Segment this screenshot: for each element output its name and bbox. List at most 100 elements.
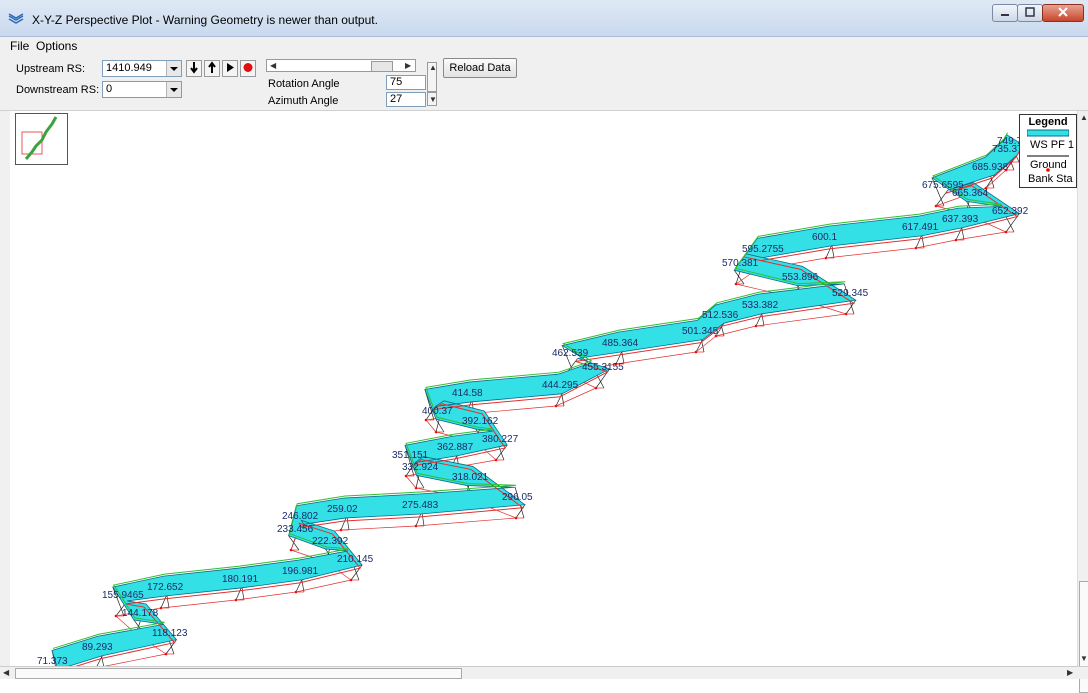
station-label: 570.381 <box>722 258 759 269</box>
horizontal-scroll-thumb[interactable] <box>15 668 462 679</box>
ground-line <box>915 239 957 249</box>
ground-line <box>415 513 422 527</box>
ground-line <box>825 247 917 259</box>
chevron-down-icon[interactable] <box>166 61 181 76</box>
ground-line <box>295 579 303 593</box>
station-label: 392.162 <box>462 416 499 427</box>
azimuth-spinner[interactable]: ▼ <box>427 92 437 106</box>
legend-box: Legend WS PF 1 Ground Bank Sta <box>1019 114 1077 188</box>
ground-line <box>955 227 963 241</box>
azimuth-angle-input[interactable]: 27 <box>386 92 426 107</box>
station-label: 196.981 <box>282 566 319 577</box>
legend-ws-label: WS PF 1 <box>1030 139 1075 151</box>
station-label: 455.3155 <box>582 362 624 373</box>
maximize-icon <box>1025 7 1035 17</box>
menu-bar: File Options <box>0 37 1088 55</box>
station-label: 462.539 <box>552 348 589 359</box>
chevron-down-icon[interactable] <box>166 82 181 97</box>
downstream-rs-select[interactable]: 0 <box>102 81 182 98</box>
downstream-rs-label: Downstream RS: <box>16 84 100 96</box>
overview-minimap[interactable] <box>15 113 68 165</box>
up-arrow-icon <box>208 61 216 73</box>
ground-line <box>235 591 297 601</box>
record-icon <box>243 63 253 72</box>
station-label: 222.392 <box>312 536 349 547</box>
menu-options[interactable]: Options <box>36 39 77 53</box>
menu-file[interactable]: File <box>10 39 29 53</box>
close-button[interactable] <box>1042 4 1084 22</box>
station-label: 685.938 <box>972 162 1009 173</box>
down-arrow-icon[interactable]: ▼ <box>1080 654 1088 663</box>
ground-line <box>235 587 242 601</box>
station-label: 259.02 <box>327 504 358 515</box>
vertical-scrollbar[interactable]: ▲ ▼ <box>1077 111 1088 693</box>
upstream-rs-label: Upstream RS: <box>16 63 86 75</box>
station-label: 501.345 <box>682 326 719 337</box>
station-label: 485.364 <box>602 338 639 349</box>
right-arrow-icon[interactable]: ▶ <box>405 61 411 70</box>
upstream-rs-select[interactable]: 1410.949 <box>102 60 182 77</box>
left-arrow-icon[interactable]: ◀ <box>270 61 276 70</box>
ground-line <box>340 517 347 531</box>
window-title: X-Y-Z Perspective Plot - Warning Geometr… <box>32 13 378 27</box>
station-label: 400.37 <box>422 406 453 417</box>
upstream-rs-value: 1410.949 <box>106 62 152 74</box>
station-label: 233.456 <box>277 524 314 535</box>
ground-line <box>425 419 437 433</box>
move-upstream-button[interactable] <box>204 60 220 77</box>
minimap-river-icon <box>21 116 58 160</box>
move-downstream-button[interactable] <box>186 60 202 77</box>
station-label: 155.9465 <box>102 590 144 601</box>
station-label: 89.293 <box>82 642 113 653</box>
minimize-icon <box>1001 14 1009 16</box>
ground-line <box>555 393 563 407</box>
maximize-button[interactable] <box>1017 4 1043 22</box>
ground-line <box>405 475 417 489</box>
ground-line <box>290 536 297 551</box>
station-label: 637.393 <box>942 214 979 225</box>
down-arrow-icon <box>190 62 198 74</box>
water-surface-polygon <box>51 134 1025 666</box>
station-label: 71.373 <box>37 656 68 666</box>
station-label: 318.021 <box>452 472 489 483</box>
station-label: 595.2755 <box>742 244 784 255</box>
legend-ws-swatch <box>1027 129 1069 137</box>
downstream-rs-value: 0 <box>106 83 113 95</box>
close-icon <box>1058 7 1068 17</box>
station-label: 172.652 <box>147 582 184 593</box>
left-arrow-icon[interactable]: ◀ <box>3 668 9 677</box>
station-label: 210.145 <box>337 554 374 565</box>
down-arrow-icon[interactable]: ▼ <box>429 95 437 104</box>
up-arrow-icon[interactable]: ▲ <box>1080 113 1088 122</box>
ground-line <box>160 599 237 609</box>
horizontal-scrollbar[interactable]: ◀ ▶ <box>0 666 1088 679</box>
animation-slider[interactable]: ◀ ▶ <box>266 59 416 72</box>
rotation-angle-input[interactable]: 75 <box>386 75 426 90</box>
slider-thumb[interactable] <box>371 61 393 72</box>
river-3d-plot[interactable]: 749.727735.370685.938675.6595665.364652.… <box>10 111 1077 666</box>
station-label: 180.191 <box>222 574 259 585</box>
minimize-button[interactable] <box>992 4 1018 22</box>
rotation-angle-label: Rotation Angle <box>268 78 340 90</box>
station-label: 246.802 <box>282 511 319 522</box>
play-button[interactable] <box>222 60 238 77</box>
right-arrow-icon[interactable]: ▶ <box>1067 668 1073 677</box>
record-button[interactable] <box>240 60 256 77</box>
reload-data-button[interactable]: Reload Data <box>443 58 517 78</box>
rotation-spinner[interactable]: ▲ <box>427 62 437 92</box>
station-label: 444.295 <box>542 380 579 391</box>
station-label: 665.364 <box>952 188 989 199</box>
legend-ground-swatch <box>1027 155 1069 157</box>
station-label: 380.227 <box>482 434 519 445</box>
station-label: 553.896 <box>782 272 819 283</box>
azimuth-angle-label: Azimuth Angle <box>268 95 339 107</box>
title-bar: X-Y-Z Perspective Plot - Warning Geometr… <box>0 0 1088 37</box>
ground-line <box>415 517 517 527</box>
station-label: 351.151 <box>392 450 429 461</box>
ground-line <box>845 299 857 315</box>
up-arrow-icon[interactable]: ▲ <box>429 63 437 72</box>
ground-line <box>160 595 167 609</box>
station-label: 362.887 <box>437 442 474 453</box>
legend-bank-label: Bank Sta <box>1028 173 1073 185</box>
station-label: 296.05 <box>502 492 533 503</box>
